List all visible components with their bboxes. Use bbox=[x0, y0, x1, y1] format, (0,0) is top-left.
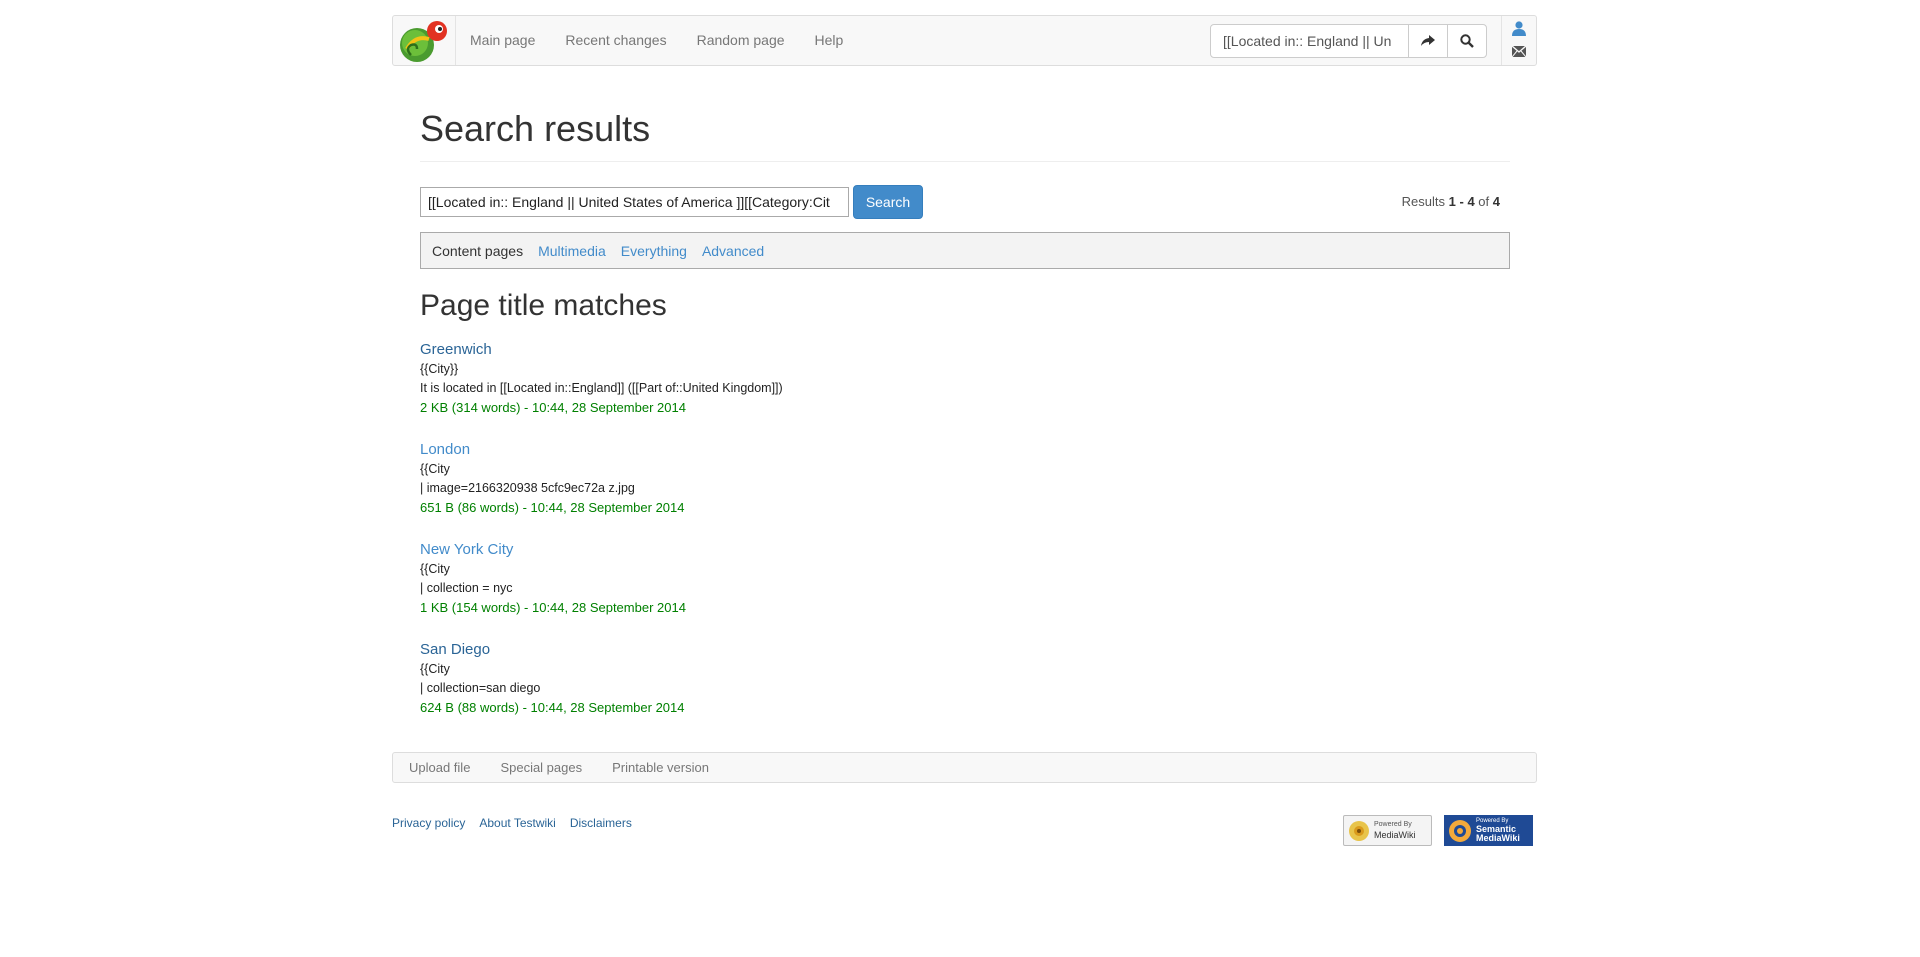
printable-version-link[interactable]: Printable version bbox=[612, 760, 709, 775]
result-snippet-line: {{City}} bbox=[420, 362, 459, 376]
semantic-mediawiki-logo-icon bbox=[1449, 820, 1471, 842]
about-link[interactable]: About Testwiki bbox=[479, 816, 555, 830]
results-total: 4 bbox=[1492, 194, 1500, 209]
search-button[interactable]: Search bbox=[853, 185, 923, 219]
result-title-link[interactable]: San Diego bbox=[420, 640, 1510, 660]
tab-advanced[interactable]: Advanced bbox=[702, 243, 764, 259]
disclaimers-link[interactable]: Disclaimers bbox=[570, 816, 632, 830]
search-input[interactable] bbox=[420, 187, 849, 217]
search-result: London {{City | image=2166320938 5cfc9ec… bbox=[420, 440, 1510, 540]
go-button[interactable] bbox=[1408, 24, 1448, 58]
result-meta: 1 KB (154 words) - 10:44, 28 September 2… bbox=[420, 600, 686, 615]
badge-mediawiki-text: MediaWiki bbox=[1374, 830, 1416, 840]
result-title-link[interactable]: Greenwich bbox=[420, 340, 1510, 360]
search-result: Greenwich {{City}} It is located in [[Lo… bbox=[420, 340, 1510, 440]
envelope-icon[interactable] bbox=[1512, 46, 1526, 57]
results-count: Results 1 - 4 of 4 bbox=[1402, 194, 1500, 209]
search-icon bbox=[1460, 34, 1474, 48]
search-result: San Diego {{City | collection=san diego … bbox=[420, 640, 1510, 740]
powered-by-semantic-mediawiki-badge[interactable]: Powered By Semantic MediaWiki bbox=[1444, 815, 1533, 846]
top-navbar: Main page Recent changes Random page Hel… bbox=[392, 15, 1537, 66]
user-icon[interactable] bbox=[1512, 21, 1526, 36]
tab-multimedia[interactable]: Multimedia bbox=[538, 243, 606, 259]
nav-links: Main page Recent changes Random page Hel… bbox=[455, 16, 858, 65]
result-snippet-line: {{City bbox=[420, 462, 450, 476]
results-range-start: 1 bbox=[1448, 194, 1456, 209]
search-profile-tabs: Content pages Multimedia Everything Adva… bbox=[420, 232, 1510, 269]
nav-main-page[interactable]: Main page bbox=[455, 16, 550, 65]
mediawiki-flower-icon bbox=[1349, 821, 1369, 841]
wiki-logo[interactable] bbox=[393, 16, 456, 65]
result-snippet-line: | image=2166320938 5cfc9ec72a z.jpg bbox=[420, 481, 635, 495]
powered-by-mediawiki-badge[interactable]: Powered By MediaWiki bbox=[1343, 815, 1432, 846]
result-meta: 651 B (86 words) - 10:44, 28 September 2… bbox=[420, 500, 685, 515]
badge-powered-by-text: Powered By bbox=[1374, 821, 1412, 828]
tab-everything[interactable]: Everything bbox=[621, 243, 687, 259]
result-title-link[interactable]: London bbox=[420, 440, 1510, 460]
result-title-link[interactable]: New York City bbox=[420, 540, 1510, 560]
results-list: Greenwich {{City}} It is located in [[Lo… bbox=[420, 340, 1510, 740]
result-snippet-line: {{City bbox=[420, 562, 450, 576]
result-snippet-line: It is located in [[Located in::England]]… bbox=[420, 381, 783, 395]
result-meta: 624 B (88 words) - 10:44, 28 September 2… bbox=[420, 700, 685, 715]
results-label: Results bbox=[1401, 194, 1446, 209]
result-snippet-line: {{City bbox=[420, 662, 450, 676]
nav-random-page[interactable]: Random page bbox=[682, 16, 800, 65]
personal-tools bbox=[1501, 16, 1538, 65]
footer-links: Privacy policy About Testwiki Disclaimer… bbox=[392, 816, 646, 830]
navbar-search-button[interactable] bbox=[1447, 24, 1487, 58]
main-content: Search results Search Results 1 - 4 of 4… bbox=[420, 90, 1510, 715]
page-title: Search results bbox=[420, 107, 1510, 162]
search-form: Search Results 1 - 4 of 4 bbox=[420, 184, 1510, 220]
section-title: Page title matches bbox=[420, 289, 667, 322]
upload-file-link[interactable]: Upload file bbox=[409, 760, 470, 775]
special-pages-link[interactable]: Special pages bbox=[500, 760, 582, 775]
navbar-search-input[interactable] bbox=[1210, 24, 1409, 58]
result-snippet-line: | collection=san diego bbox=[420, 681, 541, 695]
result-snippet-line: | collection = nyc bbox=[420, 581, 513, 595]
share-arrow-icon bbox=[1421, 35, 1435, 46]
search-result: New York City {{City | collection = nyc … bbox=[420, 540, 1510, 640]
results-of: of bbox=[1478, 194, 1490, 209]
nav-help[interactable]: Help bbox=[800, 16, 859, 65]
results-range-end: 4 bbox=[1467, 194, 1475, 209]
results-range-sep: - bbox=[1455, 194, 1468, 209]
privacy-policy-link[interactable]: Privacy policy bbox=[392, 816, 465, 830]
nav-recent-changes[interactable]: Recent changes bbox=[550, 16, 681, 65]
footer-tools-bar: Upload file Special pages Printable vers… bbox=[392, 752, 1537, 783]
chameleon-logo-icon bbox=[400, 21, 447, 62]
badge-mediawiki-text: MediaWiki bbox=[1476, 833, 1520, 843]
tab-content-pages[interactable]: Content pages bbox=[432, 243, 523, 259]
result-meta: 2 KB (314 words) - 10:44, 28 September 2… bbox=[420, 400, 686, 415]
